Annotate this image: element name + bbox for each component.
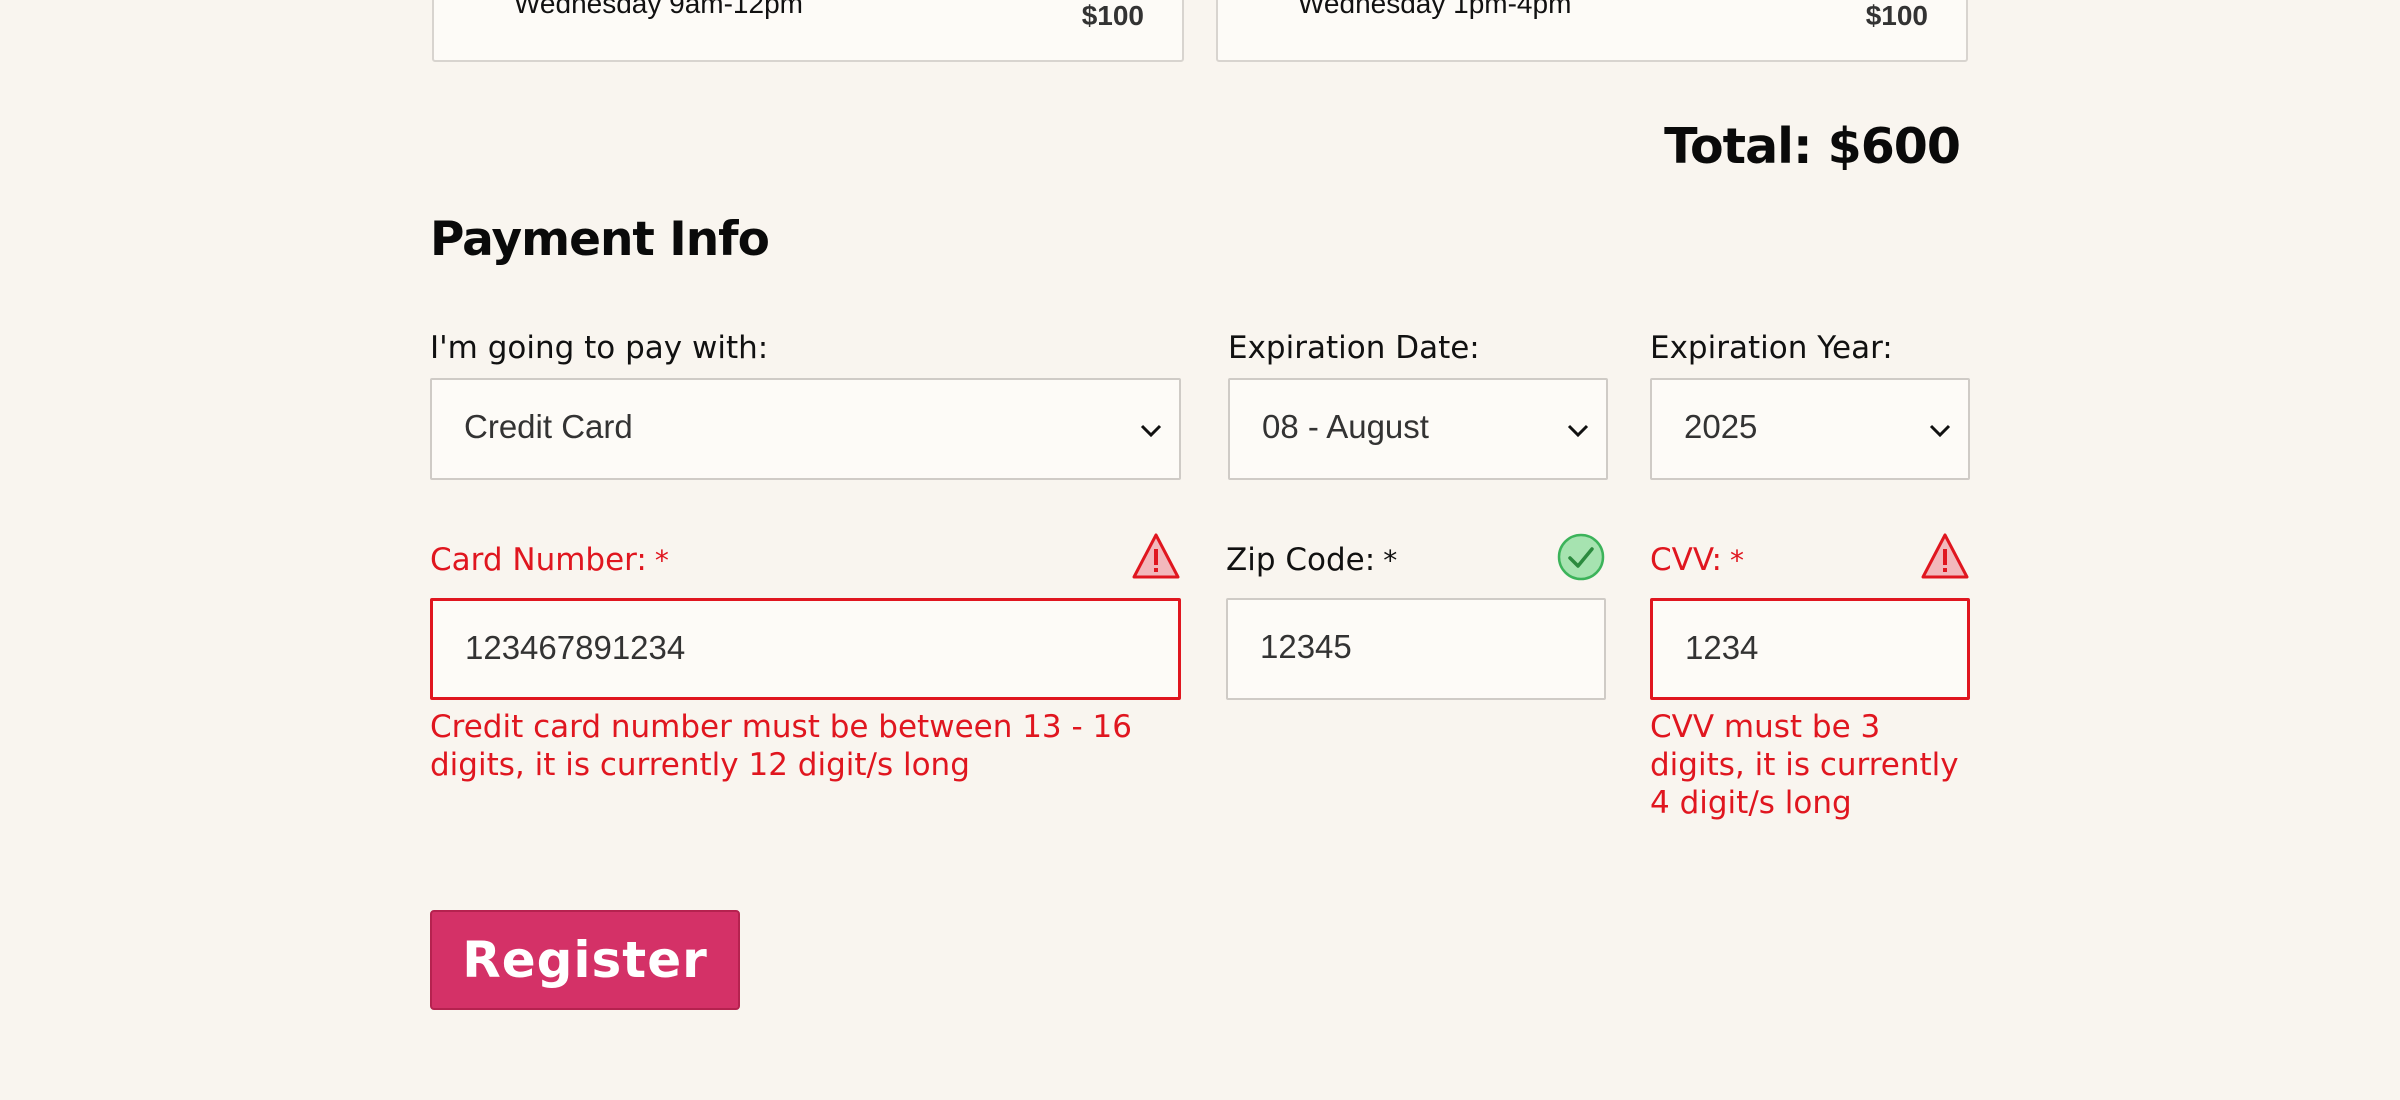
- card-number-input[interactable]: 123467891234: [430, 598, 1181, 700]
- chevron-down-icon: [1929, 424, 1951, 438]
- chevron-down-icon: [1567, 424, 1589, 438]
- card-number-value: 123467891234: [465, 629, 686, 666]
- chevron-down-icon: [1140, 424, 1162, 438]
- expiration-date-label: Expiration Date:: [1228, 330, 1480, 366]
- workshop-price: $100: [1865, 0, 1928, 31]
- payment-section-title: Payment Info: [430, 212, 770, 267]
- warning-triangle-icon: [1132, 533, 1180, 579]
- zip-code-input[interactable]: 12345: [1226, 598, 1606, 700]
- expiration-year-label: Expiration Year:: [1650, 330, 1893, 366]
- expiration-date-value: 08 - August: [1262, 408, 1429, 445]
- workshop-time: Wednesday 1pm-4pm: [1298, 0, 1572, 19]
- workshop-time: Wednesday 9am-12pm: [514, 0, 803, 19]
- cvv-label: CVV: *: [1650, 542, 1744, 578]
- warning-triangle-icon: [1921, 533, 1969, 579]
- cvv-label-text: CVV:: [1650, 542, 1722, 578]
- zip-code-value: 12345: [1260, 628, 1352, 665]
- card-number-label: Card Number: *: [430, 542, 669, 578]
- required-marker: *: [1729, 544, 1744, 577]
- card-number-label-text: Card Number:: [430, 542, 647, 578]
- cvv-input[interactable]: 1234: [1650, 598, 1970, 700]
- workshop-card[interactable]: Wednesday 1pm-4pm $100: [1216, 0, 1968, 62]
- order-total: Total: $600: [1664, 118, 1961, 175]
- zip-code-label-text: Zip Code:: [1226, 542, 1376, 578]
- expiration-year-select[interactable]: 2025: [1650, 378, 1970, 480]
- payment-method-label: I'm going to pay with:: [430, 330, 769, 366]
- required-marker: *: [654, 544, 669, 577]
- card-number-error: Credit card number must be between 13 - …: [430, 709, 1132, 783]
- required-marker: *: [1383, 544, 1398, 577]
- register-button[interactable]: Register: [430, 910, 740, 1010]
- zip-code-label: Zip Code: *: [1226, 542, 1397, 578]
- cvv-error: CVV must be 3 digits, it is currently 4 …: [1650, 709, 1959, 821]
- payment-method-value: Credit Card: [464, 408, 633, 445]
- workshop-card[interactable]: Wednesday 9am-12pm $100: [432, 0, 1184, 62]
- registration-page: Wednesday 9am-12pm $100 Wednesday 1pm-4p…: [0, 0, 2400, 1100]
- checkmark-circle-icon: [1557, 533, 1605, 581]
- workshop-price: $100: [1081, 0, 1144, 31]
- expiration-date-select[interactable]: 08 - August: [1228, 378, 1608, 480]
- payment-method-select[interactable]: Credit Card: [430, 378, 1181, 480]
- expiration-year-value: 2025: [1684, 408, 1758, 445]
- cvv-value: 1234: [1685, 629, 1759, 666]
